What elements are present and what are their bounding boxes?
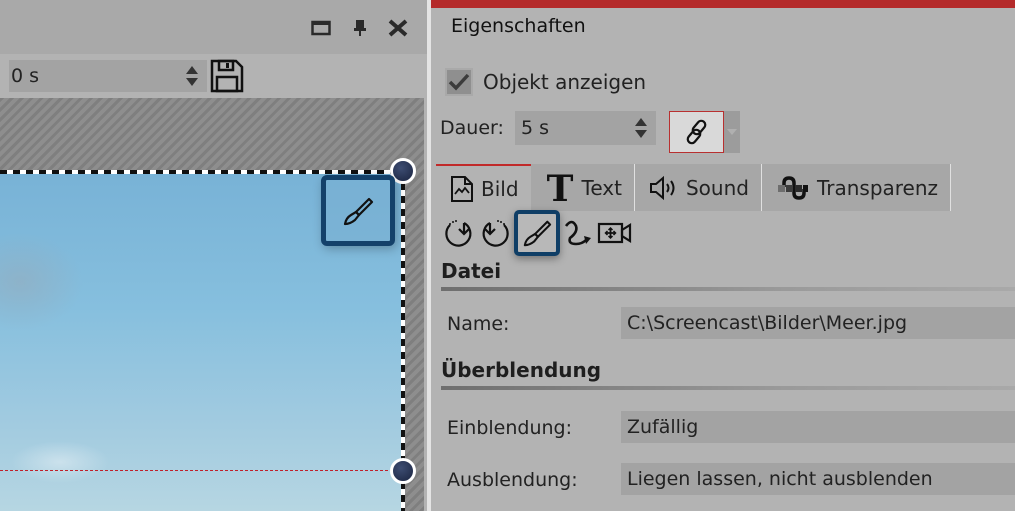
panel-title: Eigenschaften: [451, 15, 586, 37]
curve-arrow-icon: [564, 220, 591, 246]
show-object-label: Objekt anzeigen: [483, 70, 647, 94]
camera-move-icon: [597, 222, 632, 244]
close-button[interactable]: [387, 18, 409, 38]
svg-text:T: T: [546, 172, 573, 204]
spin-arrows-icon[interactable]: [634, 116, 648, 140]
fade-out-select[interactable]: Liegen lassen, nicht ausblenden: [621, 463, 1015, 495]
image-edit-overlay-button[interactable]: [321, 175, 395, 246]
tab-bild-label: Bild: [481, 176, 519, 201]
fade-in-select[interactable]: Zufällig: [621, 411, 1015, 443]
rotate-right-icon: [482, 220, 509, 247]
link-dropdown[interactable]: [724, 111, 740, 153]
text-icon: T: [546, 172, 573, 204]
rotate-right-button[interactable]: [477, 215, 513, 251]
show-object-checkbox[interactable]: Objekt anzeigen: [445, 68, 646, 96]
name-label: Name:: [447, 313, 510, 335]
save-button[interactable]: [210, 59, 244, 93]
maximize-button[interactable]: [310, 18, 332, 38]
panel-accent-bar: [431, 0, 1015, 8]
properties-panel: Eigenschaften Objekt anzeigen Dauer: 5 s…: [431, 0, 1015, 511]
rotate-left-icon: [445, 220, 472, 247]
tab-transparenz[interactable]: Transparenz: [761, 164, 952, 211]
tab-text-label: Text: [581, 175, 622, 200]
transparency-icon: [777, 175, 808, 200]
tab-sound[interactable]: Sound: [634, 164, 762, 211]
pin-button[interactable]: [349, 18, 371, 38]
fade-out-label: Ausblendung:: [447, 469, 578, 491]
checkbox-box[interactable]: [445, 68, 473, 96]
resize-handle-right[interactable]: [390, 458, 416, 484]
speaker-icon: [649, 175, 675, 200]
tab-transparenz-label: Transparenz: [816, 175, 939, 200]
property-tabs: Bild T Text Sound Transparenz: [436, 164, 952, 211]
tab-text[interactable]: T Text: [530, 164, 635, 211]
section-title-transition: Überblendung: [441, 358, 602, 382]
image-editor-button[interactable]: [514, 210, 560, 256]
preview-pane: 0 s: [0, 0, 427, 511]
duration-value: 5 s: [521, 117, 550, 139]
rotate-left-button[interactable]: [441, 215, 477, 251]
guide-line: [0, 470, 403, 471]
pin-icon: [354, 20, 366, 36]
link-icon: [686, 119, 706, 145]
section-title-file: Datei: [441, 259, 502, 283]
maximize-icon: [311, 20, 331, 36]
close-icon: [388, 19, 408, 37]
duration-input[interactable]: 5 s: [515, 111, 656, 145]
checkmark-icon: [448, 73, 470, 91]
section-divider: [441, 386, 1015, 390]
preview-titlebar: [0, 0, 427, 54]
preview-toolbar: 0 s: [0, 54, 427, 98]
chevron-down-icon: [727, 129, 737, 135]
save-icon: [210, 59, 244, 93]
time-input-value: 0 s: [11, 65, 40, 87]
section-divider: [441, 287, 1015, 291]
name-field[interactable]: C:\Screencast\Bilder\Meer.jpg: [621, 307, 1015, 339]
brush-icon: [343, 197, 374, 225]
duration-label: Dauer:: [440, 117, 504, 139]
spin-arrows-icon[interactable]: [185, 64, 199, 88]
tab-bild[interactable]: Bild: [436, 164, 531, 211]
link-duration-button[interactable]: [669, 111, 724, 153]
canvas-area[interactable]: [0, 98, 424, 511]
image-file-icon: [451, 175, 473, 202]
tab-sound-label: Sound: [685, 175, 749, 200]
image-tools-toolbar: [441, 210, 633, 256]
selection-border-top: [0, 170, 403, 174]
brush-icon: [523, 220, 552, 247]
motion-path-button[interactable]: [561, 215, 597, 251]
camera-pan-button[interactable]: [597, 215, 633, 251]
fade-in-label: Einblendung:: [447, 417, 573, 439]
time-input[interactable]: 0 s: [9, 60, 207, 92]
